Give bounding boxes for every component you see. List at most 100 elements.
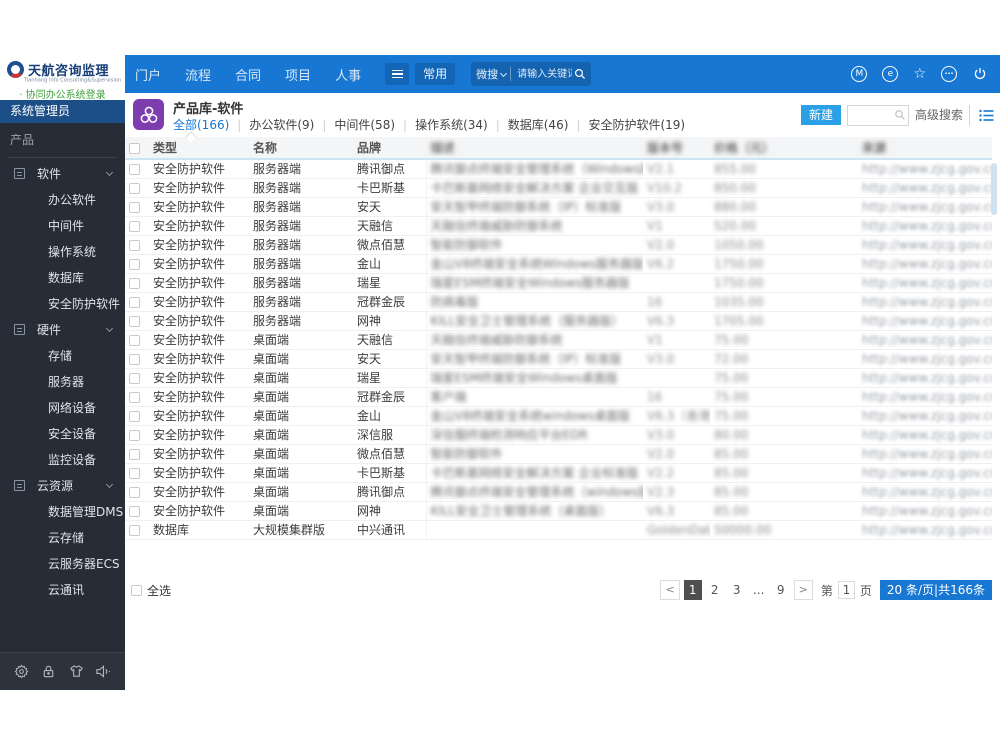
row-checkbox[interactable] — [129, 182, 140, 194]
sidebar-item-0-1[interactable]: 中间件 — [0, 212, 125, 238]
search-icon[interactable] — [892, 109, 908, 121]
tab-1[interactable]: 办公软件(9) — [249, 116, 314, 133]
sidebar-group-0[interactable]: 软件 — [0, 160, 125, 186]
row-checkbox[interactable] — [129, 258, 140, 270]
row-checkbox[interactable] — [129, 524, 140, 536]
sidebar-item-1-2[interactable]: 网络设备 — [0, 394, 125, 420]
folder-list-icon — [14, 323, 25, 335]
table-row: 安全防护软件 桌面端 微点佰慧 智能防御软件 V2.0 85.00 http://www.z… — [125, 444, 992, 464]
pagination: < 1 2 3... 9 > 第 1 页 20 条/页|共166条 — [656, 580, 992, 600]
topnav-item-4[interactable]: 人事 — [335, 65, 361, 84]
category-tabs: 全部(166) | 办公软件(9) | 中间件(58) | 操作系统(34) | 数据库(46)… — [173, 116, 685, 133]
sidebar-item-2-2[interactable]: 云服务器ECS — [0, 550, 125, 576]
tab-3[interactable]: 操作系统(34) — [415, 116, 488, 133]
col-header-0: 类型 — [149, 137, 249, 160]
table-row: 安全防护软件 服务器端 金山 金山V8终端安全系统Windows服务器版 V6.2 175… — [125, 254, 992, 274]
row-checkbox[interactable] — [129, 163, 140, 175]
folder-list-icon — [14, 167, 25, 179]
theme-shirt-icon[interactable] — [67, 663, 85, 681]
topbar-icons: M e ☆ ··· — [836, 66, 1000, 82]
prev-page-button[interactable]: < — [660, 580, 680, 600]
divider — [8, 157, 117, 158]
row-checkbox[interactable] — [129, 410, 140, 422]
oa-login-link[interactable]: · 协同办公系统登录 — [0, 86, 125, 101]
search-engine-selector[interactable]: 微搜 — [476, 66, 498, 82]
sidebar-item-1-1[interactable]: 服务器 — [0, 368, 125, 394]
topnav-item-1[interactable]: 流程 — [185, 65, 211, 84]
row-checkbox[interactable] — [129, 201, 140, 213]
speaker-icon[interactable] — [94, 663, 112, 681]
page-number-2[interactable]: 2 — [706, 580, 724, 600]
page-number-3[interactable]: 3 — [728, 580, 746, 600]
topnav-item-3[interactable]: 项目 — [285, 65, 311, 84]
row-checkbox[interactable] — [129, 334, 140, 346]
select-all[interactable]: 全选 — [131, 582, 171, 599]
row-checkbox[interactable] — [129, 505, 140, 517]
more-options-icon[interactable]: ··· — [941, 66, 957, 82]
table-row: 安全防护软件 桌面端 瑞星 瑞星ESM终端安全Windows桌面版 75.00 http:… — [125, 368, 992, 388]
topnav-item-0[interactable]: 门户 — [135, 65, 161, 84]
row-checkbox[interactable] — [129, 277, 140, 289]
tab-5[interactable]: 安全防护软件(19) — [588, 116, 685, 133]
row-checkbox[interactable] — [129, 372, 140, 384]
chevron-down-icon — [105, 480, 114, 489]
tab-2[interactable]: 中间件(58) — [334, 116, 395, 133]
row-checkbox[interactable] — [129, 315, 140, 327]
lock-icon[interactable] — [40, 663, 58, 681]
sidebar-item-2-0[interactable]: 数据管理DMS — [0, 498, 125, 524]
col-header-5: 价格（元） — [710, 137, 858, 160]
sidebar-item-1-0[interactable]: 存储 — [0, 342, 125, 368]
m-badge-icon[interactable]: M — [851, 66, 868, 82]
frequent-menu-button[interactable]: 常用 — [415, 63, 456, 85]
tab-0[interactable]: 全部(166) — [173, 116, 229, 133]
sidebar-item-0-0[interactable]: 办公软件 — [0, 186, 125, 212]
page-jump-input[interactable]: 1 — [837, 581, 855, 599]
company-name-en: Tianhang Info Consulting&Supervision — [23, 77, 122, 83]
header-checkbox[interactable] — [129, 142, 140, 154]
table-search-input[interactable] — [847, 106, 892, 124]
row-checkbox[interactable] — [129, 296, 140, 308]
page-jump-prefix: 第 — [820, 583, 833, 598]
global-search-input[interactable] — [515, 67, 575, 81]
sidebar-item-0-2[interactable]: 操作系统 — [0, 238, 125, 264]
topnav-item-2[interactable]: 合同 — [235, 65, 261, 84]
logout-power-icon[interactable] — [972, 66, 988, 82]
sidebar-item-0-4[interactable]: 安全防护软件 — [0, 290, 125, 316]
e-message-icon[interactable]: e — [882, 66, 899, 82]
sidebar-section-product[interactable]: 产品 — [0, 123, 125, 153]
select-all-checkbox[interactable] — [131, 584, 142, 596]
page-number-1[interactable]: 1 — [683, 580, 702, 600]
sidebar-item-1-4[interactable]: 监控设备 — [0, 446, 125, 472]
next-page-button[interactable]: > — [793, 580, 813, 600]
page-size-button[interactable]: 20 条/页|共166条 — [879, 580, 992, 600]
table-row: 安全防护软件桌面端金山金山V8终端安全系统windows桌面版V6.3（香港）7… — [125, 406, 992, 426]
sidebar-item-2-3[interactable]: 云通讯 — [0, 576, 125, 602]
row-checkbox[interactable] — [129, 239, 140, 251]
row-checkbox[interactable] — [129, 467, 140, 479]
search-icon[interactable] — [574, 68, 586, 80]
new-button[interactable]: 新建 — [800, 105, 841, 125]
sidebar-item-2-1[interactable]: 云存储 — [0, 524, 125, 550]
table-row: 安全防护软件桌面端卡巴斯基卡巴斯基网络安全解决方案 企业标准版（桌...V2.2… — [125, 463, 992, 483]
sidebar-group-2[interactable]: 云资源 — [0, 472, 125, 498]
list-view-icon[interactable] — [979, 109, 994, 122]
sidebar-item-1-3[interactable]: 安全设备 — [0, 420, 125, 446]
row-checkbox[interactable] — [129, 391, 140, 403]
row-checkbox[interactable] — [129, 353, 140, 365]
favorite-star-icon[interactable]: ☆ — [913, 66, 926, 82]
tab-4[interactable]: 数据库(46) — [508, 116, 569, 133]
advanced-search-button[interactable]: 高级搜索 — [907, 104, 969, 126]
menu-grid-button[interactable] — [385, 63, 410, 85]
scrollbar-thumb[interactable] — [991, 163, 997, 215]
row-checkbox[interactable] — [129, 448, 140, 460]
page-jump: 第 1 页 — [821, 581, 872, 599]
page-number-9[interactable]: 9 — [772, 580, 790, 600]
row-checkbox[interactable] — [129, 429, 140, 441]
row-checkbox[interactable] — [129, 220, 140, 232]
sidebar-group-1[interactable]: 硬件 — [0, 316, 125, 342]
app-window: 天航咨询监理 Tianhang Info Consulting&Supervis… — [0, 55, 1000, 690]
sidebar-item-0-3[interactable]: 数据库 — [0, 264, 125, 290]
row-checkbox[interactable] — [129, 486, 140, 498]
settings-gear-icon[interactable] — [13, 663, 31, 681]
table-row: 安全防护软件 服务器端 冠群金辰 防病毒版 16 1035.00 http://www.zj… — [125, 292, 992, 312]
